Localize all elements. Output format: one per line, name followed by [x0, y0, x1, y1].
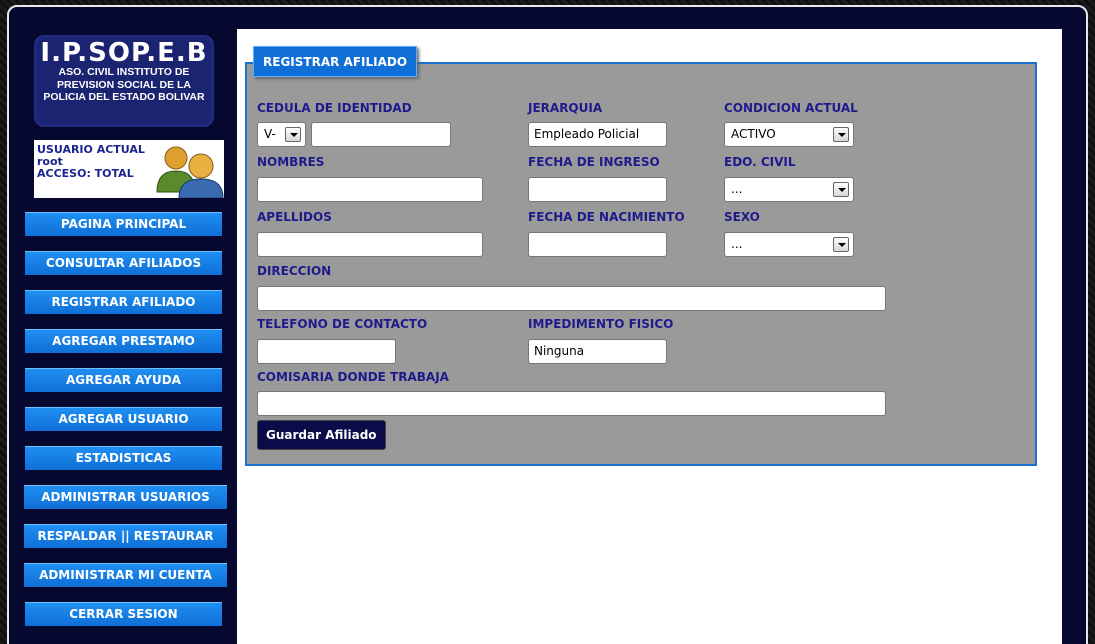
jerarquia-input[interactable]: Empleado Policial: [528, 122, 667, 147]
fecha-ingreso-input[interactable]: [528, 177, 667, 202]
sidebar: I.P.SOP.E.B ASO. CIVIL INSTITUTO DE PREV…: [24, 35, 227, 641]
menu-agregar-usuario[interactable]: AGREGAR USUARIO: [25, 407, 222, 431]
cedula-label: CEDULA DE IDENTIDAD: [257, 101, 412, 115]
apellidos-input[interactable]: [257, 232, 483, 257]
nombres-label: NOMBRES: [257, 155, 325, 169]
current-user-label: USUARIO ACTUAL: [37, 143, 145, 156]
save-affiliate-button[interactable]: Guardar Afiliado: [257, 420, 386, 450]
logo: I.P.SOP.E.B ASO. CIVIL INSTITUTO DE PREV…: [34, 35, 214, 127]
impedimento-label: IMPEDIMENTO FISICO: [528, 317, 674, 331]
edo-civil-select[interactable]: ...: [724, 177, 854, 202]
menu-cerrar-sesion[interactable]: CERRAR SESION: [25, 602, 222, 626]
direccion-label: DIRECCION: [257, 264, 332, 278]
condicion-select[interactable]: ACTIVO: [724, 122, 854, 147]
telefono-label: TELEFONO DE CONTACTO: [257, 317, 428, 331]
menu-estadisticas[interactable]: ESTADISTICAS: [25, 446, 222, 470]
menu-agregar-prestamo[interactable]: AGREGAR PRESTAMO: [25, 329, 222, 353]
app-frame: I.P.SOP.E.B ASO. CIVIL INSTITUTO DE PREV…: [7, 5, 1088, 644]
sexo-label: SEXO: [724, 210, 760, 224]
cedula-input[interactable]: [311, 122, 451, 147]
fecha-ingreso-label: FECHA DE INGRESO: [528, 155, 660, 169]
logo-line-2: PREVISION SOCIAL DE LA: [57, 78, 191, 91]
logo-line-1: ASO. CIVIL INSTITUTO DE: [58, 66, 190, 78]
logo-title: I.P.SOP.E.B: [40, 38, 208, 68]
comisaria-input[interactable]: [257, 391, 886, 416]
cedula-prefix-value: V-: [264, 127, 276, 141]
logo-line-3: POLICIA DEL ESTADO BOLIVAR: [43, 91, 205, 103]
edo-civil-label: EDO. CIVIL: [724, 155, 796, 169]
condicion-label: CONDICION ACTUAL: [724, 101, 858, 115]
nombres-input[interactable]: [257, 177, 483, 202]
direccion-input[interactable]: [257, 286, 886, 311]
apellidos-label: APELLIDOS: [257, 210, 332, 224]
sexo-select[interactable]: ...: [724, 232, 854, 257]
current-user-access: ACCESO: TOTAL: [37, 167, 134, 180]
condicion-value: ACTIVO: [731, 127, 776, 141]
chevron-down-icon: [833, 182, 849, 197]
cedula-prefix-select[interactable]: V-: [257, 122, 306, 147]
form-title: REGISTRAR AFILIADO: [253, 46, 418, 77]
current-user-box: USUARIO ACTUAL root ACCESO: TOTAL: [34, 140, 224, 198]
fecha-nacimiento-input[interactable]: [528, 232, 667, 257]
menu-registrar-afiliado[interactable]: REGISTRAR AFILIADO: [25, 290, 222, 314]
chevron-down-icon: [833, 237, 849, 252]
menu-agregar-ayuda[interactable]: AGREGAR AYUDA: [25, 368, 222, 392]
telefono-input[interactable]: [257, 339, 396, 364]
sexo-value: ...: [731, 237, 743, 251]
fecha-nacimiento-label: FECHA DE NACIMIENTO: [528, 210, 685, 224]
comisaria-label: COMISARIA DONDE TRABAJA: [257, 370, 449, 384]
chevron-down-icon: [833, 127, 849, 142]
menu-consultar-afiliados[interactable]: CONSULTAR AFILIADOS: [25, 251, 222, 275]
main-content: REGISTRAR AFILIADO CEDULA DE IDENTIDAD V…: [237, 29, 1062, 644]
menu-respaldar-restaurar[interactable]: RESPALDAR || RESTAURAR: [24, 524, 227, 548]
menu-pagina-principal[interactable]: PAGINA PRINCIPAL: [25, 212, 222, 236]
chevron-down-icon: [285, 127, 301, 142]
registration-form: CEDULA DE IDENTIDAD V- JERARQUIA Emplead…: [245, 62, 1037, 466]
menu-administrar-mi-cuenta[interactable]: ADMINISTRAR MI CUENTA: [24, 563, 227, 587]
main-menu: PAGINA PRINCIPAL CONSULTAR AFILIADOS REG…: [24, 212, 227, 626]
menu-administrar-usuarios[interactable]: ADMINISTRAR USUARIOS: [24, 485, 227, 509]
jerarquia-label: JERARQUIA: [528, 101, 603, 115]
edo-civil-value: ...: [731, 182, 743, 196]
impedimento-input[interactable]: Ninguna: [528, 339, 667, 364]
